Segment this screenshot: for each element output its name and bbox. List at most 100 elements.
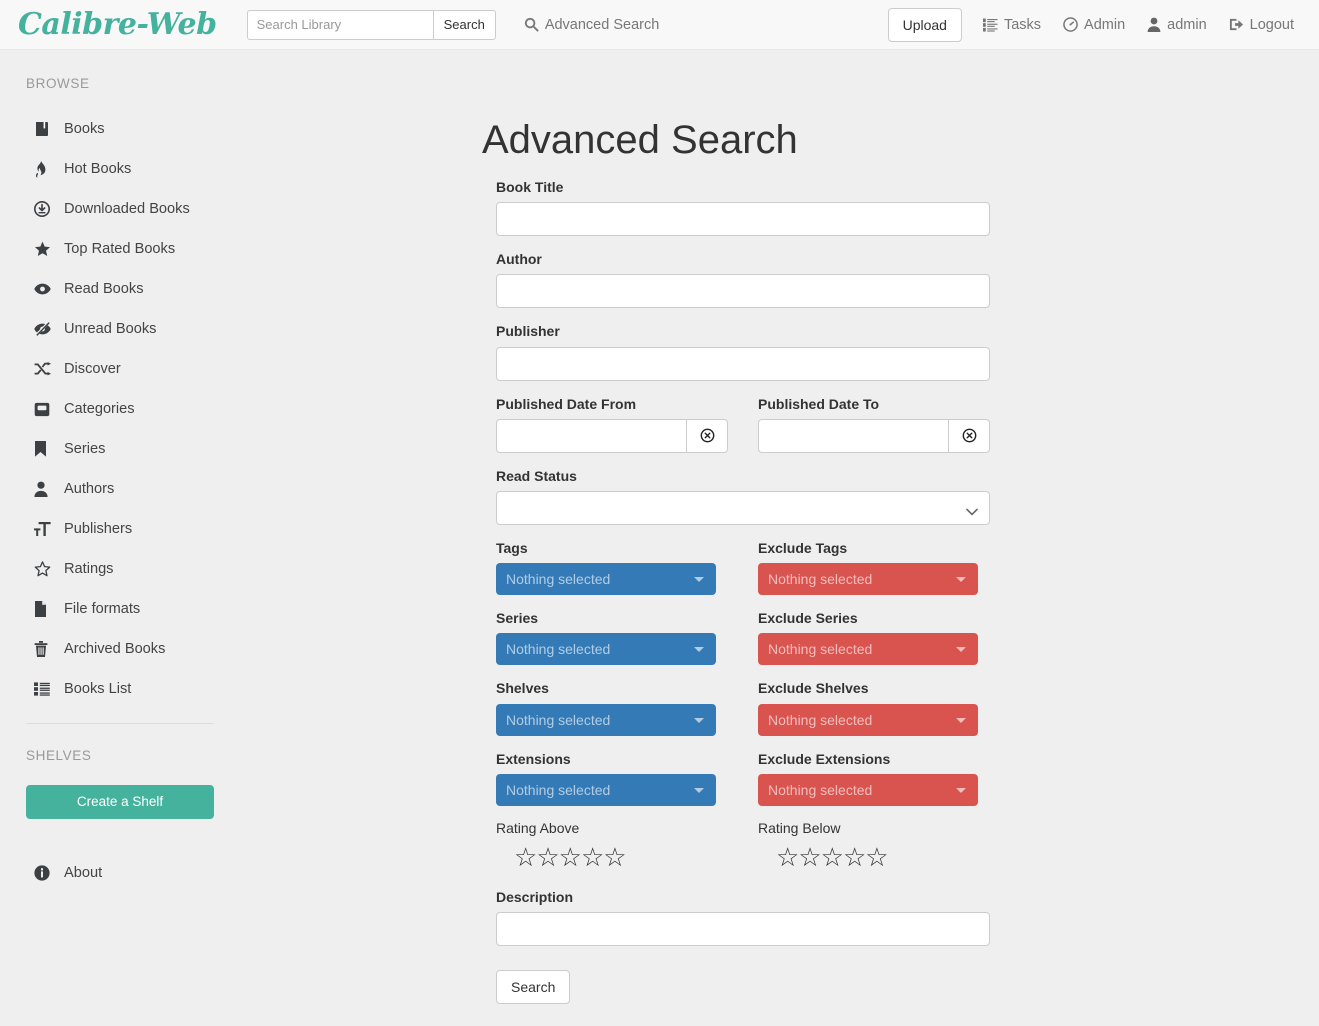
star-icon[interactable]: ☆ (581, 843, 604, 873)
series-multiselect-value: Nothing selected (506, 641, 611, 658)
caret-down-icon (694, 577, 704, 583)
logout-icon (1229, 17, 1244, 32)
sidebar-item-books-list[interactable]: Books List (0, 669, 240, 709)
create-shelf-button[interactable]: Create a Shelf (26, 785, 214, 819)
published-to-label: Published Date To (758, 395, 880, 412)
sidebar-item-top-rated-books[interactable]: Top Rated Books (0, 229, 240, 269)
star-icon[interactable]: ☆ (821, 843, 844, 873)
tasks-link[interactable]: Tasks (972, 17, 1052, 33)
sidebar-item-label: Archived Books (64, 641, 166, 657)
author-label: Author (496, 251, 542, 268)
exclude-series-multiselect-value: Nothing selected (768, 641, 873, 658)
extensions-multiselect[interactable]: Nothing selected (496, 773, 716, 806)
sidebar-item-archived-books[interactable]: Archived Books (0, 629, 240, 669)
upload-button[interactable]: Upload (887, 7, 962, 42)
sidebar-item-label: Downloaded Books (64, 201, 190, 217)
publisher-label: Publisher (496, 323, 560, 340)
user-label: admin (1167, 16, 1207, 33)
caret-down-icon (694, 717, 704, 723)
author-input[interactable] (496, 274, 990, 309)
sidebar-shelves-heading: SHELVES (26, 748, 92, 763)
star-icon[interactable]: ☆ (798, 843, 821, 873)
tags-multiselect[interactable]: Nothing selected (496, 563, 716, 596)
star-icon[interactable]: ☆ (843, 843, 866, 873)
star-icon[interactable]: ☆ (865, 843, 888, 873)
field-group-exclude-series: Exclude Series Nothing selected (758, 609, 992, 666)
sidebar-item-about[interactable]: About (0, 853, 240, 893)
brand-logo[interactable]: Calibre-Web (12, 9, 223, 40)
field-group-author: Author (496, 250, 1319, 309)
published-from-input[interactable] (496, 418, 686, 453)
field-group-rating-above: Rating Above ☆☆☆☆☆ (496, 820, 730, 873)
sidebar-item-label: Unread Books (64, 321, 157, 337)
exclude-shelves-multiselect-value: Nothing selected (768, 711, 873, 728)
published-to-group (758, 418, 992, 453)
exclude-shelves-label: Exclude Shelves (758, 680, 869, 697)
sidebar-item-file-formats[interactable]: File formats (0, 589, 240, 629)
field-group-series: Series Nothing selected (496, 609, 730, 666)
sidebar-item-discover[interactable]: Discover (0, 349, 240, 389)
sidebar-item-label: Books (64, 121, 105, 137)
field-group-shelves: Shelves Nothing selected (496, 679, 730, 736)
star-icon[interactable]: ☆ (536, 843, 559, 873)
clear-published-from-button[interactable] (686, 418, 728, 453)
advanced-search-link[interactable]: Advanced Search (524, 17, 659, 33)
logout-link[interactable]: Logout (1218, 17, 1305, 33)
field-group-tags: Tags Nothing selected (496, 539, 730, 596)
book-title-label: Book Title (496, 179, 564, 195)
exclude-tags-multiselect[interactable]: Nothing selected (758, 563, 978, 596)
sidebar-item-label: Ratings (64, 561, 114, 577)
user-account-link[interactable]: admin (1136, 17, 1218, 33)
sidebar-item-authors[interactable]: Authors (0, 469, 240, 509)
search-input[interactable] (246, 9, 433, 40)
sidebar-item-categories[interactable]: Categories (0, 389, 240, 429)
star-icon[interactable]: ☆ (776, 843, 799, 873)
publisher-input[interactable] (496, 346, 990, 381)
sidebar-item-read-books[interactable]: Read Books (0, 269, 240, 309)
star-icon[interactable]: ☆ (514, 843, 537, 873)
sidebar-item-label: Books List (64, 681, 132, 697)
sidebar-item-label: Hot Books (64, 161, 132, 177)
book-icon (34, 121, 64, 137)
published-to-input[interactable] (758, 418, 948, 453)
field-group-exclude-shelves: Exclude Shelves Nothing selected (758, 679, 992, 736)
exclude-extensions-multiselect[interactable]: Nothing selected (758, 773, 978, 806)
eye-icon (34, 283, 64, 295)
shelves-multiselect[interactable]: Nothing selected (496, 703, 716, 736)
sidebar-item-label: Series (64, 441, 106, 457)
star-icon[interactable]: ☆ (603, 843, 626, 873)
sidebar-item-ratings[interactable]: Ratings (0, 549, 240, 589)
series-row: Series Nothing selected Exclude Series N… (496, 609, 1319, 666)
download-circle-icon (34, 201, 64, 217)
rating-below-stars[interactable]: ☆☆☆☆☆ (758, 843, 992, 873)
sidebar-item-series[interactable]: Series (0, 429, 240, 469)
search-submit-button[interactable]: Search (432, 9, 496, 40)
library-search-form: Search (246, 9, 496, 40)
advanced-search-submit-button[interactable]: Search (496, 970, 571, 1005)
sidebar-browse-list: Books Hot Books Downloaded Books Top Rat… (0, 109, 240, 709)
exclude-series-multiselect[interactable]: Nothing selected (758, 633, 978, 666)
admin-link[interactable]: Admin (1052, 17, 1136, 33)
rating-above-stars[interactable]: ☆☆☆☆☆ (496, 843, 730, 873)
sidebar-item-downloaded-books[interactable]: Downloaded Books (0, 189, 240, 229)
exclude-tags-multiselect-value: Nothing selected (768, 571, 873, 588)
read-status-select[interactable] (496, 490, 990, 525)
sidebar-item-hot-books[interactable]: Hot Books (0, 149, 240, 189)
sidebar-item-publishers[interactable]: Publishers (0, 509, 240, 549)
admin-label: Admin (1084, 16, 1126, 33)
extensions-label: Extensions (496, 750, 571, 767)
star-icon[interactable]: ☆ (559, 843, 582, 873)
field-group-read-status: Read Status (496, 467, 1319, 525)
book-title-input[interactable] (496, 202, 990, 237)
published-from-label: Published Date From (496, 395, 637, 412)
published-from-group (496, 418, 730, 453)
description-input[interactable] (496, 912, 990, 947)
sidebar-item-unread-books[interactable]: Unread Books (0, 309, 240, 349)
series-label: Series (496, 610, 539, 627)
series-multiselect[interactable]: Nothing selected (496, 633, 716, 666)
sidebar-item-label: File formats (64, 601, 141, 617)
clear-published-to-button[interactable] (948, 418, 990, 453)
sidebar-item-books[interactable]: Books (0, 109, 240, 149)
search-icon (524, 17, 539, 32)
exclude-shelves-multiselect[interactable]: Nothing selected (758, 703, 978, 736)
